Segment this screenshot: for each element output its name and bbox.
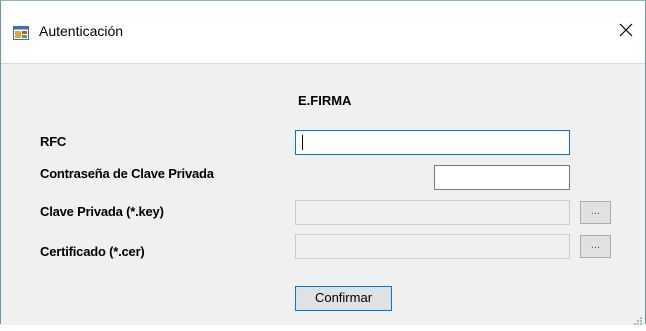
- certificate-file-input: [295, 234, 570, 259]
- resize-grip-icon[interactable]: [633, 313, 643, 325]
- app-window-icon: [13, 25, 29, 41]
- browse-certificate-button[interactable]: ...: [580, 235, 611, 258]
- title-bar[interactable]: Autenticación: [1, 1, 645, 63]
- dialog-client-area: E.FIRMA RFC Contraseña de Clave Privada …: [1, 63, 645, 325]
- password-label: Contraseña de Clave Privada: [40, 166, 214, 181]
- certificate-file-label: Certificado (*.cer): [40, 244, 145, 259]
- browse-key-button[interactable]: ...: [580, 201, 611, 224]
- rfc-input[interactable]: [295, 130, 570, 155]
- authentication-dialog: Autenticación E.FIRMA RFC Contraseña de …: [0, 0, 646, 325]
- rfc-label: RFC: [40, 134, 67, 149]
- efirma-heading: E.FIRMA: [298, 93, 352, 108]
- window-title: Autenticación: [39, 23, 124, 39]
- key-file-input: [295, 200, 570, 225]
- confirm-button[interactable]: Confirmar: [295, 286, 392, 311]
- close-icon: [619, 23, 633, 42]
- text-caret: [302, 135, 303, 150]
- password-input[interactable]: [434, 165, 570, 190]
- close-button[interactable]: [611, 17, 641, 47]
- key-file-label: Clave Privada (*.key): [40, 204, 164, 219]
